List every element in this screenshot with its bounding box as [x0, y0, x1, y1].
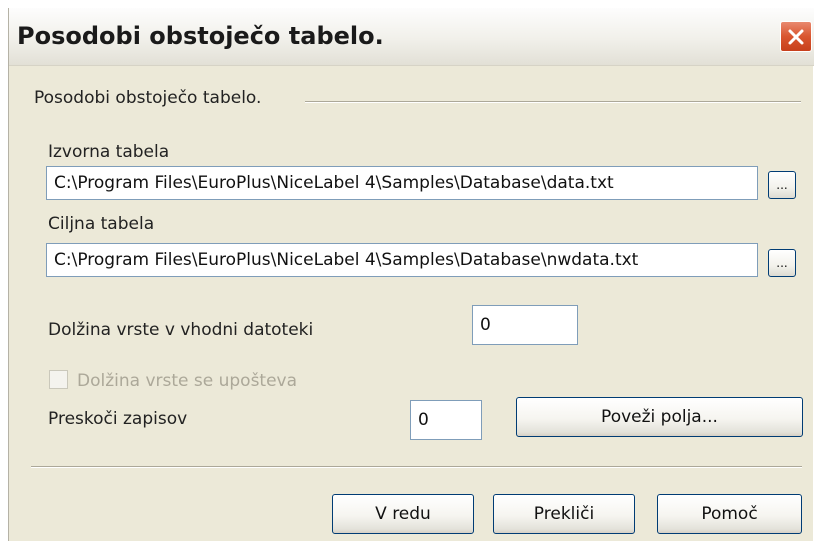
target-browse-button[interactable]: ... — [768, 249, 796, 277]
help-button[interactable]: Pomoč — [657, 494, 802, 534]
skip-records-input[interactable]: 0 — [410, 400, 482, 440]
dialog-window: Posodobi obstoječo tabelo. Posodobi obst… — [8, 8, 814, 541]
group-box-divider — [305, 101, 801, 103]
dialog-title: Posodobi obstoječo tabelo. — [17, 22, 384, 50]
title-bar[interactable]: Posodobi obstoječo tabelo. — [9, 8, 814, 66]
line-length-respected-label: Dolžina vrste se upošteva — [77, 371, 298, 391]
source-table-input[interactable]: C:\Program Files\EuroPlus\NiceLabel 4\Sa… — [46, 166, 758, 200]
buttons-separator — [31, 466, 802, 468]
target-table-input[interactable]: C:\Program Files\EuroPlus\NiceLabel 4\Sa… — [46, 243, 758, 277]
source-table-label: Izvorna tabela — [48, 142, 170, 162]
target-table-label: Ciljna tabela — [48, 214, 155, 234]
line-length-input[interactable]: 0 — [472, 305, 578, 345]
skip-records-label: Preskoči zapisov — [48, 409, 188, 429]
map-fields-button[interactable]: Poveži polja... — [516, 397, 803, 437]
ok-button[interactable]: V redu — [332, 494, 474, 534]
line-length-label: Dolžina vrste v vhodni datoteki — [48, 320, 314, 340]
close-button[interactable] — [780, 21, 812, 52]
line-length-respected-checkbox[interactable] — [49, 370, 68, 389]
group-box-label: Posodobi obstoječo tabelo. — [34, 88, 262, 108]
cancel-button[interactable]: Prekliči — [493, 494, 635, 534]
source-browse-button[interactable]: ... — [768, 171, 796, 199]
close-x-icon — [788, 29, 804, 44]
